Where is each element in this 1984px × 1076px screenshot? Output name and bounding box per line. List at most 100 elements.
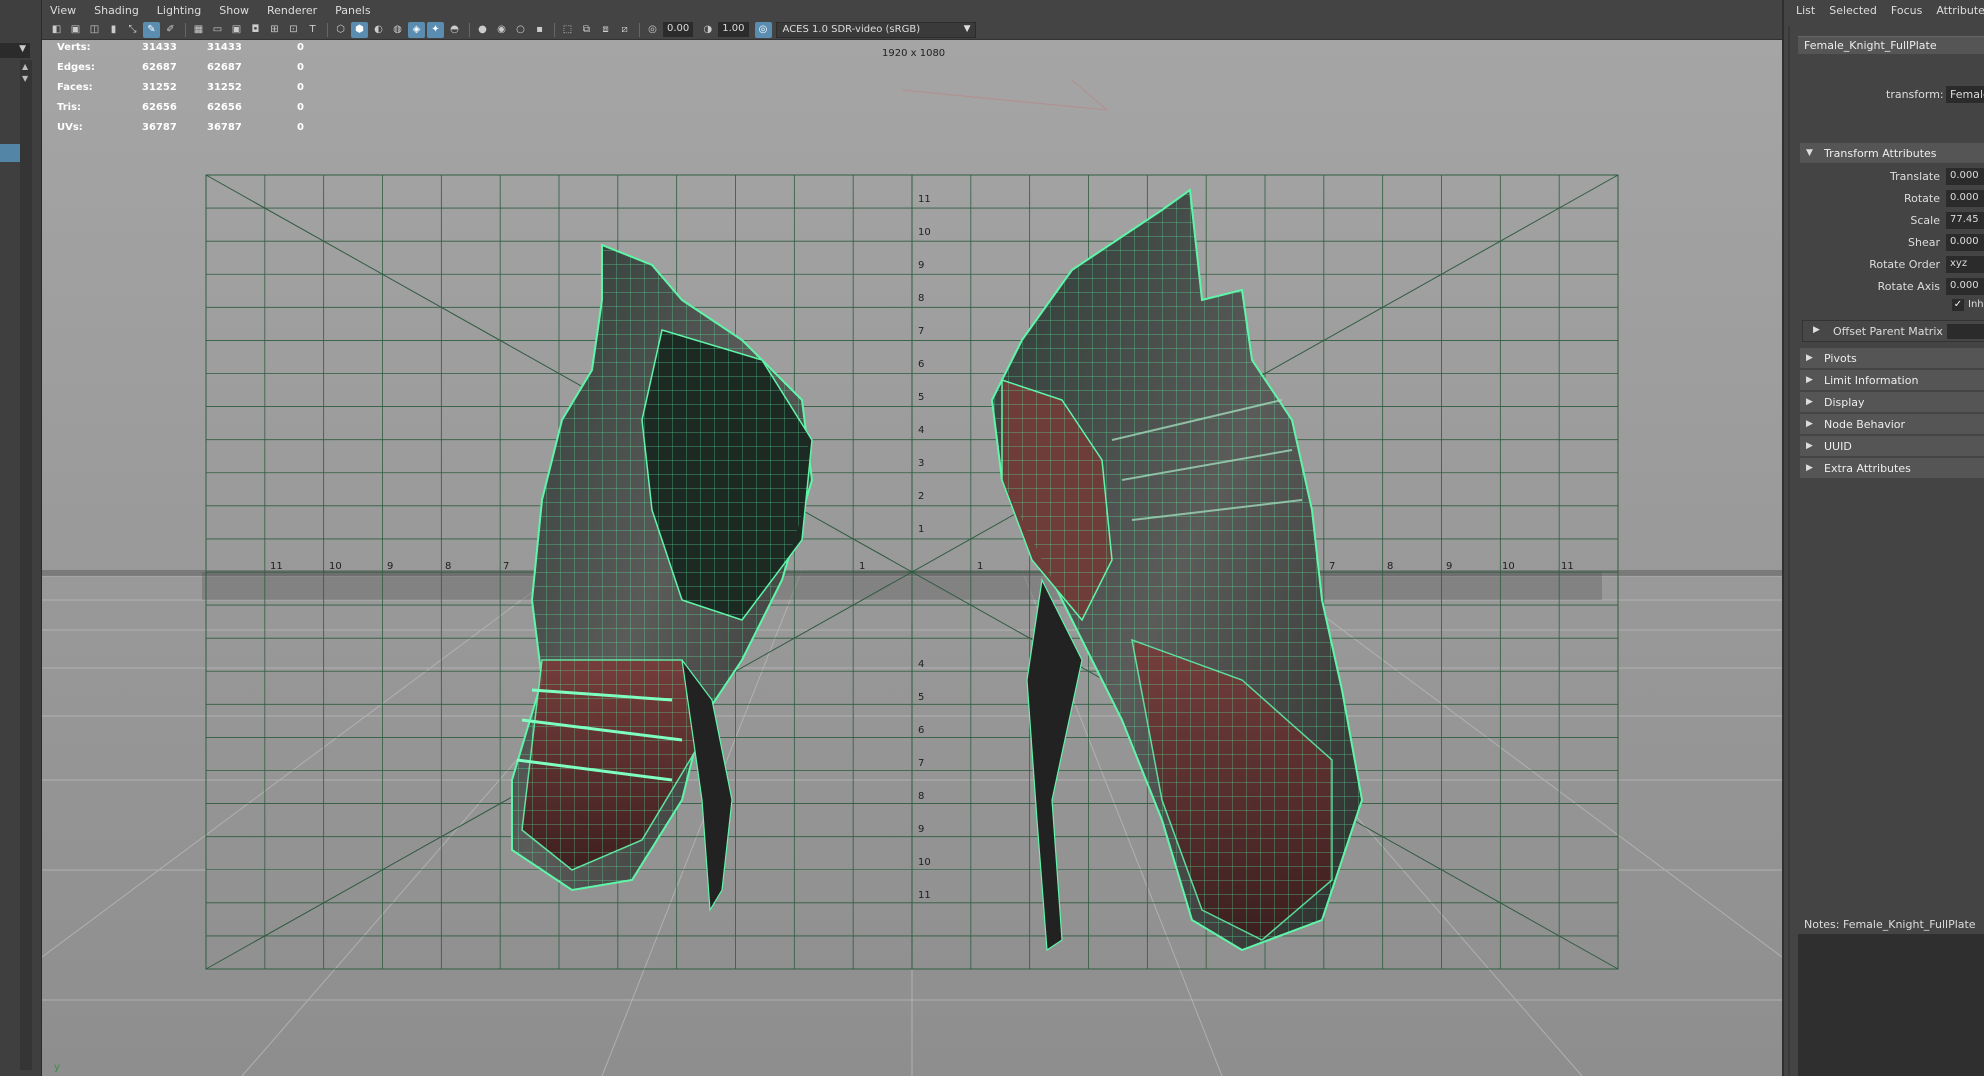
section-node-behavior[interactable]: ▶ Node Behavior: [1800, 414, 1984, 434]
triangle-down-icon: ▼: [1806, 148, 1813, 158]
wireframe-on-shaded-icon[interactable]: ◈: [408, 21, 425, 38]
ruler-top-5: 5: [918, 392, 924, 403]
bookmark-icon[interactable]: ◫: [86, 22, 103, 38]
node-tab[interactable]: Female_Knight_FullPlate: [1798, 36, 1984, 54]
notes-label: Notes: Female_Knight_FullPlate: [1804, 918, 1976, 931]
rotate-axis-field[interactable]: 0.000: [1946, 278, 1984, 295]
view-transform-dropdown[interactable]: ACES 1.0 SDR-video (sRGB) ▼: [775, 21, 976, 38]
ruler-top-4: 4: [918, 425, 924, 436]
smooth-shade-icon[interactable]: ⬢: [351, 21, 368, 38]
section-uuid[interactable]: ▶ UUID: [1800, 436, 1984, 456]
section-pivots[interactable]: ▶ Pivots: [1800, 348, 1984, 368]
chevron-down-icon: ▼: [19, 44, 26, 54]
ruler-top-1: 1: [918, 524, 924, 535]
menu-view[interactable]: View: [50, 4, 76, 17]
notes-textarea[interactable]: [1798, 934, 1984, 1076]
isolate-select-icon[interactable]: ⬚: [559, 22, 576, 38]
ruler-right-11: 11: [1561, 561, 1574, 572]
transform-name-field[interactable]: Female: [1946, 86, 1984, 103]
depth-of-field-icon[interactable]: ▪: [531, 22, 548, 38]
safe-action-icon[interactable]: ⊡: [285, 22, 302, 38]
gamma-field[interactable]: 1.00: [718, 22, 749, 37]
ruler-bottom-7: 7: [918, 758, 924, 769]
ruler-left-10: 10: [329, 561, 342, 572]
xray-joints-icon[interactable]: ⧈: [597, 22, 614, 38]
default-material-icon[interactable]: ◐: [370, 22, 387, 38]
viewport-panel: View Shading Lighting Show Renderer Pane…: [42, 0, 1782, 1076]
scale-field[interactable]: 77.45: [1946, 212, 1984, 229]
rotate-order-dropdown[interactable]: xyz: [1946, 256, 1984, 273]
film-gate-icon[interactable]: ▭: [209, 22, 226, 38]
inherits-transform-checkbox[interactable]: ✓: [1952, 299, 1964, 311]
ambient-occlusion-icon[interactable]: ●: [474, 22, 491, 38]
panel-dropdown[interactable]: ▼: [0, 43, 30, 58]
anti-aliasing-icon[interactable]: ○: [512, 22, 529, 38]
ruler-right-10: 10: [1502, 561, 1515, 572]
2d-pan-zoom-icon[interactable]: ⤡: [124, 22, 141, 38]
use-all-lights-icon[interactable]: ✦: [427, 21, 444, 38]
offset-parent-field[interactable]: [1947, 324, 1984, 339]
shear-field[interactable]: 0.000: [1946, 234, 1984, 251]
gamma-icon[interactable]: ◑: [699, 22, 716, 38]
resolution-gate-icon[interactable]: ▣: [228, 22, 245, 38]
section-display[interactable]: ▶ Display: [1800, 392, 1984, 412]
motion-blur-icon[interactable]: ◉: [493, 22, 510, 38]
triangle-right-icon: ▶: [1806, 397, 1813, 407]
section-extra-attributes[interactable]: ▶ Extra Attributes: [1800, 458, 1984, 478]
color-management-icon[interactable]: ◎: [754, 21, 772, 38]
menu-focus[interactable]: Focus: [1891, 4, 1922, 17]
textured-icon[interactable]: ◍: [389, 22, 406, 38]
menu-shading[interactable]: Shading: [94, 4, 139, 17]
xray-icon[interactable]: ⧉: [578, 22, 595, 38]
field-chart-icon[interactable]: ⊞: [266, 22, 283, 38]
transform-label: transform:: [1886, 88, 1944, 101]
ruler-right-7: 7: [1329, 561, 1335, 572]
ruler-bottom-5: 5: [918, 692, 924, 703]
hud-uvs-row: UVs: 36787 36787 0: [57, 122, 304, 133]
hud-edges-row: Edges: 62687 62687 0: [57, 62, 304, 73]
safe-title-icon[interactable]: T: [304, 22, 321, 38]
ruler-right-1: 1: [977, 561, 983, 572]
scroll-down-icon[interactable]: ▼: [22, 74, 28, 83]
exposure-field[interactable]: 0.00: [663, 22, 694, 37]
attr-rotate-order: Rotate Order xyz: [1784, 256, 1984, 274]
gate-mask-icon[interactable]: ◘: [247, 22, 264, 38]
wireframe-icon[interactable]: ⬡: [332, 22, 349, 38]
ruler-right-8: 8: [1387, 561, 1393, 572]
menu-renderer[interactable]: Renderer: [267, 4, 317, 17]
ruler-top-6: 6: [918, 359, 924, 370]
camera-attributes-icon[interactable]: ▣: [67, 22, 84, 38]
grease-pencil-icon[interactable]: ✎: [143, 21, 160, 38]
ruler-left-11: 11: [270, 561, 283, 572]
triangle-right-icon: ▶: [1806, 463, 1813, 473]
menu-selected[interactable]: Selected: [1829, 4, 1877, 17]
attr-scale: Scale 77.45: [1784, 212, 1984, 230]
selected-list-item[interactable]: [0, 144, 20, 162]
section-limit-information[interactable]: ▶ Limit Information: [1800, 370, 1984, 390]
image-plane-icon[interactable]: ▮: [105, 22, 122, 38]
shadows-icon[interactable]: ◓: [446, 22, 463, 38]
pen-icon[interactable]: ✐: [162, 22, 179, 38]
scroll-up-icon[interactable]: ▲: [22, 62, 28, 71]
xray-components-icon[interactable]: ⧄: [616, 22, 633, 38]
viewport-3d-scene[interactable]: 11 10 9 8 7 6 5 4 3 2 1 4 5 6 7 8 9 10 1…: [42, 40, 1782, 1076]
transform-name-row: transform: Female: [1784, 86, 1984, 104]
exposure-icon[interactable]: ◎: [644, 22, 661, 38]
triangle-right-icon: ▶: [1806, 375, 1813, 385]
ruler-bottom-8: 8: [918, 791, 924, 802]
camera-select-icon[interactable]: ◧: [48, 22, 65, 38]
rotate-field[interactable]: 0.000: [1946, 190, 1984, 207]
menu-attributes[interactable]: Attributes: [1936, 4, 1984, 17]
left-scrollbar[interactable]: ▲ ▼: [20, 60, 32, 1070]
hud-tris-row: Tris: 62656 62656 0: [57, 102, 304, 113]
section-offset-parent-matrix[interactable]: ▶ Offset Parent Matrix: [1802, 320, 1984, 342]
grid-icon[interactable]: ▦: [190, 22, 207, 38]
triangle-right-icon: ▶: [1806, 353, 1813, 363]
menu-list[interactable]: List: [1796, 4, 1815, 17]
ruler-top-9: 9: [918, 260, 924, 271]
menu-lighting[interactable]: Lighting: [157, 4, 201, 17]
section-transform-attributes[interactable]: ▼ Transform Attributes: [1800, 143, 1984, 163]
translate-field[interactable]: 0.000: [1946, 168, 1984, 185]
menu-show[interactable]: Show: [219, 4, 249, 17]
menu-panels[interactable]: Panels: [335, 4, 370, 17]
